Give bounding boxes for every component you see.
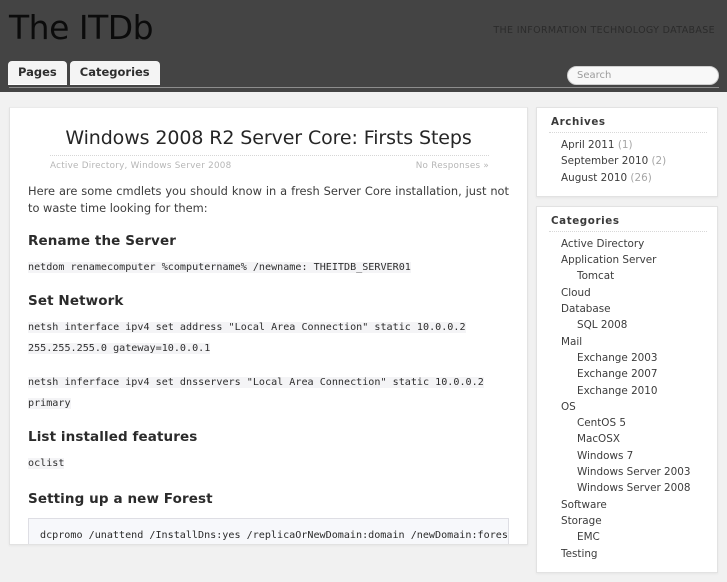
widget-archives-title: Archives xyxy=(551,116,606,128)
list-item[interactable]: Cloud xyxy=(547,285,707,301)
page-title: Windows 2008 R2 Server Core: Firsts Step… xyxy=(65,127,472,149)
list-item[interactable]: Active Directory xyxy=(547,236,707,252)
category-label: Software xyxy=(561,498,607,511)
widget-categories-title: Categories xyxy=(551,214,620,227)
site-header: The ITDb THE INFORMATION TECHNOLOGY DATA… xyxy=(0,0,727,92)
post-categories[interactable]: Active Directory, Windows Server 2008 xyxy=(50,161,232,171)
archive-label: April 2011 xyxy=(561,139,615,151)
list-item[interactable]: Testing xyxy=(547,546,707,562)
list-item[interactable]: Exchange 2010 xyxy=(547,383,707,399)
list-item[interactable]: Exchange 2003 xyxy=(547,350,707,366)
section-heading-network: Set Network xyxy=(28,293,124,310)
search-form xyxy=(567,63,719,85)
widget-archives: Archives April 2011 (1) September 2010 (… xyxy=(536,107,718,197)
list-item[interactable]: SQL 2008 xyxy=(547,317,707,333)
category-label: Active Directory xyxy=(561,237,645,250)
post-body: Here are some cmdlets you should know in… xyxy=(28,183,509,544)
archives-list: April 2011 (1) September 2010 (2) August… xyxy=(547,137,707,186)
archive-count: (26) xyxy=(630,171,652,184)
widget-archives-divider xyxy=(549,132,707,133)
page-background: Windows 2008 R2 Server Core: Firsts Step… xyxy=(0,92,727,573)
list-item[interactable]: April 2011 (1) xyxy=(547,137,707,153)
list-item[interactable]: CentOS 5 xyxy=(547,415,707,431)
category-label: Exchange 2003 xyxy=(577,351,658,364)
category-label: Cloud xyxy=(561,286,591,299)
widget-categories: Categories Active Directory Application S… xyxy=(536,205,718,573)
category-label: SQL 2008 xyxy=(577,319,628,332)
category-label: Testing xyxy=(561,547,598,560)
list-item[interactable]: August 2010 (26) xyxy=(547,170,707,186)
list-item[interactable]: Storage xyxy=(547,513,707,529)
category-label: Windows Server 2003 xyxy=(577,466,691,479)
tab-categories[interactable]: Categories xyxy=(69,61,160,85)
list-item[interactable]: MacOSX xyxy=(547,431,707,447)
archive-count: (1) xyxy=(617,139,633,151)
post-panel: Windows 2008 R2 Server Core: Firsts Step… xyxy=(9,107,528,545)
tab-pages[interactable]: Pages xyxy=(8,61,67,85)
category-label: Exchange 2007 xyxy=(577,368,658,381)
list-item[interactable]: Windows Server 2003 xyxy=(547,464,707,480)
section-heading-forest: Setting up a new Forest xyxy=(28,491,213,508)
category-label: Database xyxy=(561,303,611,316)
code-oclist: oclist xyxy=(28,458,65,470)
site-tagline: THE INFORMATION TECHNOLOGY DATABASE xyxy=(493,25,715,36)
main-nav-tabs: Pages Categories xyxy=(8,61,160,85)
nav-divider xyxy=(9,87,719,88)
list-item[interactable]: Windows Server 2008 xyxy=(547,480,707,496)
list-item[interactable]: Exchange 2007 xyxy=(547,366,707,382)
category-label: Windows 7 xyxy=(577,449,634,462)
code-network-address: netsh interface ipv4 set address "Local … xyxy=(28,322,466,355)
category-label: MacOSX xyxy=(577,433,620,446)
code-rename-wrap: netdom renamecomputer %computername% /ne… xyxy=(28,255,509,276)
code-oclist-wrap: oclist xyxy=(28,451,509,472)
category-label: Windows Server 2008 xyxy=(577,482,691,495)
list-item[interactable]: Database xyxy=(547,301,707,317)
code-rename: netdom renamecomputer %computername% /ne… xyxy=(28,262,411,274)
category-label: Tomcat xyxy=(577,270,615,283)
sidebar: Archives April 2011 (1) September 2010 (… xyxy=(536,107,718,582)
list-item[interactable]: Application Server xyxy=(547,252,707,268)
archive-count: (2) xyxy=(651,155,667,168)
archive-label: September 2010 xyxy=(561,155,649,168)
list-item[interactable]: Mail xyxy=(547,334,707,350)
list-item[interactable]: Tomcat xyxy=(547,268,707,284)
category-label: Exchange 2010 xyxy=(577,384,658,397)
category-label: Application Server xyxy=(561,254,657,267)
code-scroll-box: dcpromo /unattend /InstallDns:yes /repli… xyxy=(28,518,509,544)
code-dcpromo: dcpromo /unattend /InstallDns:yes /repli… xyxy=(40,530,508,542)
list-item[interactable]: OS xyxy=(547,399,707,415)
category-label: OS xyxy=(561,400,576,413)
post-responses-link[interactable]: No Responses » xyxy=(416,161,489,171)
list-item[interactable]: EMC xyxy=(547,529,707,545)
list-item[interactable]: Windows 7 xyxy=(547,448,707,464)
section-heading-features: List installed features xyxy=(28,429,198,446)
category-label: Mail xyxy=(561,335,583,348)
category-label: CentOS 5 xyxy=(577,417,626,430)
site-title: The ITDb xyxy=(9,8,154,47)
archive-label: August 2010 xyxy=(561,171,628,184)
post-meta: Active Directory, Windows Server 2008 No… xyxy=(50,155,489,171)
code-network-wrap: netsh interface ipv4 set address "Local … xyxy=(28,315,509,357)
category-label: EMC xyxy=(577,531,600,544)
widget-categories-divider xyxy=(549,230,707,232)
search-input[interactable] xyxy=(567,66,719,85)
list-item[interactable]: Software xyxy=(547,497,707,513)
post-intro: Here are some cmdlets you should know in… xyxy=(28,184,509,215)
category-label: Storage xyxy=(561,514,602,527)
categories-list: Active Directory Application Server Tomcat… xyxy=(547,236,707,562)
list-item[interactable]: September 2010 (2) xyxy=(547,153,707,169)
content-wrapper: Windows 2008 R2 Server Core: Firsts Step… xyxy=(9,107,718,573)
section-heading-rename: Rename the Server xyxy=(28,233,176,250)
code-network-dns: netsh inferface ipv4 set dnsservers "Loc… xyxy=(28,377,484,410)
code-network-dns-wrap: netsh inferface ipv4 set dnsservers "Loc… xyxy=(28,370,509,412)
